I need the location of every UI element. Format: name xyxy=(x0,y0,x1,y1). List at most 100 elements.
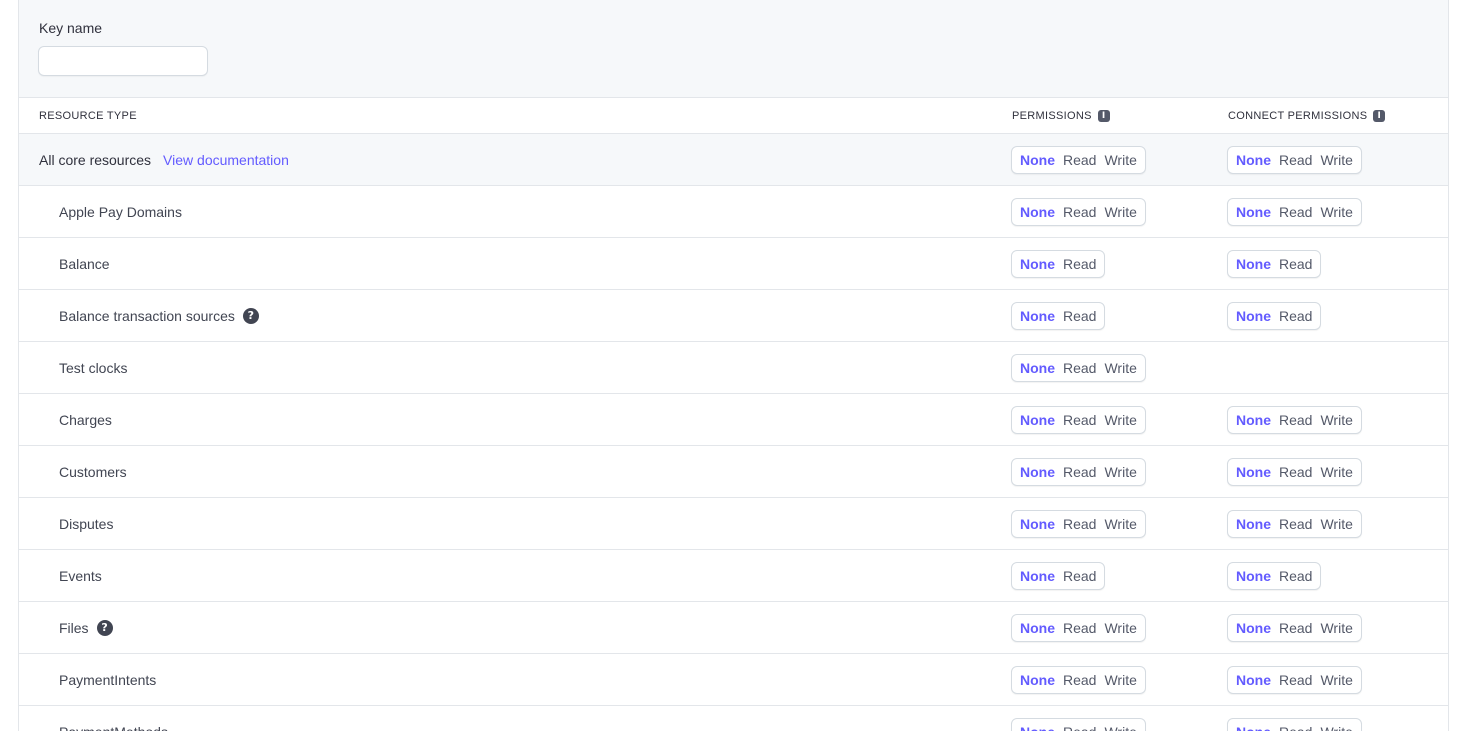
option-read[interactable]: Read xyxy=(1059,199,1100,225)
option-read[interactable]: Read xyxy=(1275,407,1316,433)
option-read[interactable]: Read xyxy=(1059,459,1100,485)
option-read[interactable]: Read xyxy=(1275,563,1316,589)
table-row: Disputes None Read Write None Read Write xyxy=(19,498,1448,550)
option-none[interactable]: None xyxy=(1232,303,1275,329)
option-none[interactable]: None xyxy=(1016,615,1059,641)
option-none[interactable]: None xyxy=(1016,667,1059,693)
option-none[interactable]: None xyxy=(1016,511,1059,537)
connect-permissions-segmented-control: None Read xyxy=(1227,250,1322,278)
option-none[interactable]: None xyxy=(1232,459,1275,485)
option-write[interactable]: Write xyxy=(1100,199,1140,225)
row-label: Balance xyxy=(59,238,110,289)
option-write[interactable]: Write xyxy=(1100,459,1140,485)
row-label: PaymentIntents xyxy=(59,654,156,705)
option-read[interactable]: Read xyxy=(1059,407,1100,433)
question-circle-icon[interactable]: ? xyxy=(242,307,259,324)
option-write[interactable]: Write xyxy=(1316,615,1356,641)
option-none[interactable]: None xyxy=(1232,563,1275,589)
option-none[interactable]: None xyxy=(1016,407,1059,433)
option-read[interactable]: Read xyxy=(1275,459,1316,485)
api-key-permissions-panel: Key name RESOURCE TYPE PERMISSIONS i CON… xyxy=(18,0,1449,731)
resource-name: All core resources xyxy=(39,151,152,168)
permissions-segmented-control: NoneReadWrite xyxy=(1011,146,1146,174)
row-label: Customers xyxy=(59,446,127,497)
option-write[interactable]: Write xyxy=(1100,147,1140,173)
option-none[interactable]: None xyxy=(1016,563,1059,589)
resource-name: Charges xyxy=(59,411,112,428)
option-write[interactable]: Write xyxy=(1316,511,1356,537)
permissions-segmented-control: None Read xyxy=(1011,302,1106,330)
option-read[interactable]: Read xyxy=(1275,511,1316,537)
table-row: PaymentIntents None Read Write None Read Write xyxy=(19,654,1448,706)
key-name-input[interactable] xyxy=(38,46,208,76)
option-none[interactable]: None xyxy=(1232,615,1275,641)
table-row: Balance None Read None Read xyxy=(19,238,1448,290)
option-read[interactable]: Read xyxy=(1275,251,1316,277)
option-none[interactable]: None xyxy=(1016,303,1059,329)
option-write[interactable]: Write xyxy=(1316,667,1356,693)
connect-permissions-segmented-control: NoneReadWrite xyxy=(1227,718,1362,731)
key-name-section: Key name xyxy=(19,0,1448,98)
option-none[interactable]: None xyxy=(1016,251,1059,277)
table-row: Customers None Read Write None Read Write xyxy=(19,446,1448,498)
option-read[interactable]: Read xyxy=(1275,199,1316,225)
option-read[interactable]: Read xyxy=(1275,147,1316,173)
option-none[interactable]: None xyxy=(1232,511,1275,537)
view-documentation-link[interactable]: View documentation xyxy=(163,152,289,168)
option-none[interactable]: None xyxy=(1016,719,1059,731)
option-write[interactable]: Write xyxy=(1316,407,1356,433)
option-read[interactable]: Read xyxy=(1059,719,1100,731)
option-none[interactable]: None xyxy=(1232,199,1275,225)
option-write[interactable]: Write xyxy=(1316,199,1356,225)
option-none[interactable]: None xyxy=(1232,147,1275,173)
option-none[interactable]: None xyxy=(1016,199,1059,225)
option-none[interactable]: None xyxy=(1232,719,1275,731)
option-write[interactable]: Write xyxy=(1100,511,1140,537)
option-read[interactable]: Read xyxy=(1059,563,1100,589)
option-write[interactable]: Write xyxy=(1100,615,1140,641)
option-none[interactable]: None xyxy=(1016,147,1059,173)
option-write[interactable]: Write xyxy=(1100,667,1140,693)
option-read[interactable]: Read xyxy=(1275,303,1316,329)
option-none[interactable]: None xyxy=(1016,459,1059,485)
option-write[interactable]: Write xyxy=(1100,355,1140,381)
option-read[interactable]: Read xyxy=(1275,667,1316,693)
option-write[interactable]: Write xyxy=(1100,407,1140,433)
row-label: Test clocks xyxy=(59,342,127,393)
connect-permissions-header: CONNECT PERMISSIONS i xyxy=(1228,110,1386,122)
connect-permissions-segmented-control: NoneReadWrite xyxy=(1227,666,1362,694)
option-none[interactable]: None xyxy=(1016,355,1059,381)
option-read[interactable]: Read xyxy=(1059,667,1100,693)
table-row: Charges None Read Write None Read Write xyxy=(19,394,1448,446)
table-row: Apple Pay Domains None Read Write None Read Wr… xyxy=(19,186,1448,238)
question-circle-icon[interactable]: ? xyxy=(96,619,113,636)
option-write[interactable]: Write xyxy=(1100,719,1140,731)
connect-permissions-segmented-control: NoneReadWrite xyxy=(1227,510,1362,538)
option-read[interactable]: Read xyxy=(1059,615,1100,641)
info-icon[interactable]: i xyxy=(1097,110,1110,122)
option-none[interactable]: None xyxy=(1232,407,1275,433)
option-read[interactable]: Read xyxy=(1059,147,1100,173)
option-write[interactable]: Write xyxy=(1316,459,1356,485)
permissions-segmented-control: NoneReadWrite xyxy=(1011,510,1146,538)
option-none[interactable]: None xyxy=(1232,667,1275,693)
option-read[interactable]: Read xyxy=(1275,615,1316,641)
option-read[interactable]: Read xyxy=(1059,511,1100,537)
table-row: Balance transaction sources? None Read None… xyxy=(19,290,1448,342)
option-write[interactable]: Write xyxy=(1316,719,1356,731)
row-label: Apple Pay Domains xyxy=(59,186,182,237)
permissions-segmented-control: None Read xyxy=(1011,250,1106,278)
option-read[interactable]: Read xyxy=(1059,355,1100,381)
option-read[interactable]: Read xyxy=(1275,719,1316,731)
permissions-segmented-control: NoneReadWrite xyxy=(1011,198,1146,226)
table-row: Events None Read None Read xyxy=(19,550,1448,602)
option-read[interactable]: Read xyxy=(1059,251,1100,277)
option-none[interactable]: None xyxy=(1232,251,1275,277)
info-icon[interactable]: i xyxy=(1373,110,1386,122)
option-write[interactable]: Write xyxy=(1316,147,1356,173)
connect-permissions-header-label: CONNECT PERMISSIONS xyxy=(1228,110,1368,122)
permissions-segmented-control: NoneReadWrite xyxy=(1011,458,1146,486)
table-header: RESOURCE TYPE PERMISSIONS i CONNECT PERM… xyxy=(19,98,1448,134)
option-read[interactable]: Read xyxy=(1059,303,1100,329)
table-row: Test clocks None Read Write xyxy=(19,342,1448,394)
